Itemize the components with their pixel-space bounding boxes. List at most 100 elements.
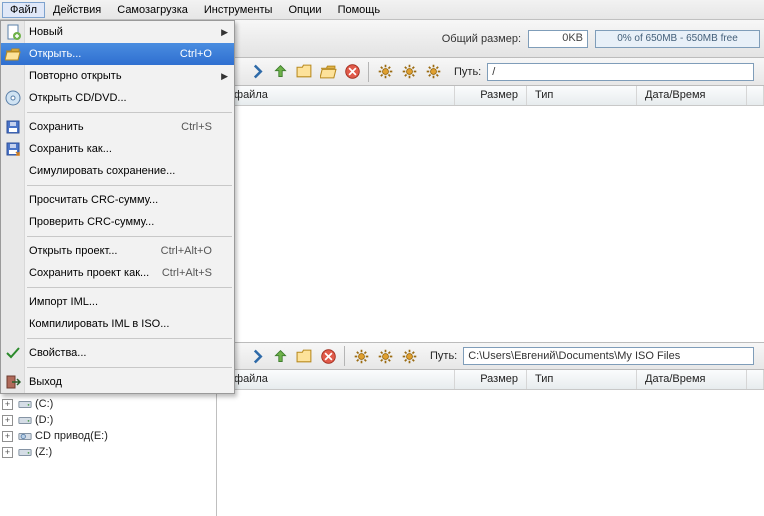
menu-item-20[interactable]: Выход: [1, 371, 234, 393]
nav-gear2-icon[interactable]: [398, 61, 420, 83]
menu-tools[interactable]: Инструменты: [196, 2, 281, 18]
menu-item-shortcut: Ctrl+Alt+S: [162, 267, 212, 279]
cd-icon: [5, 90, 21, 106]
menu-item-9[interactable]: Просчитать CRC-сумму...: [1, 189, 234, 211]
local-grid-header: я файла Размер Тип Дата/Время: [217, 370, 764, 390]
menu-item-7[interactable]: Симулировать сохранение...: [1, 160, 234, 182]
tree-label: (D:): [35, 414, 53, 426]
file-menu-dropdown[interactable]: Новый ▶ Открыть...Ctrl+OПовторно открыть▶ О…: [0, 20, 235, 394]
nav-fwd-icon[interactable]: [245, 61, 267, 83]
nav-folderopen-icon[interactable]: [317, 61, 339, 83]
tree-expander[interactable]: +: [2, 447, 13, 458]
check-icon: [5, 345, 21, 361]
menu-item-1[interactable]: Открыть...Ctrl+O: [1, 43, 234, 65]
drive-icon: [18, 397, 32, 411]
disk-icon: [5, 119, 21, 135]
menu-item-12[interactable]: Открыть проект...Ctrl+Alt+O: [1, 240, 234, 262]
tree-expander[interactable]: +: [2, 399, 13, 410]
nav-gear3-icon[interactable]: [422, 61, 444, 83]
col-name[interactable]: я файла: [217, 86, 455, 105]
exit-icon: [5, 374, 21, 390]
menu-autoload[interactable]: Самозагрузка: [109, 2, 196, 18]
local-path-value[interactable]: C:\Users\Евгений\Documents\My ISO Files: [463, 347, 754, 365]
col-date[interactable]: Дата/Время: [637, 86, 747, 105]
lcol-name[interactable]: я файла: [217, 370, 455, 389]
menu-item-label: Компилировать IML в ISO...: [29, 318, 212, 330]
menu-file[interactable]: Файл: [2, 2, 45, 18]
tree-item[interactable]: + (D:): [2, 412, 214, 428]
submenu-arrow-icon: ▶: [221, 27, 228, 38]
lcol-type[interactable]: Тип: [527, 370, 637, 389]
menu-item-label: Просчитать CRC-сумму...: [29, 194, 212, 206]
tree-item[interactable]: + (C:): [2, 396, 214, 412]
local-path-label: Путь:: [430, 350, 457, 362]
menu-separator: [27, 338, 232, 339]
lnav-gear2-icon[interactable]: [374, 345, 396, 367]
menu-separator: [27, 287, 232, 288]
menu-item-label: Свойства...: [29, 347, 212, 359]
menu-item-10[interactable]: Проверить CRC-сумму...: [1, 211, 234, 233]
menu-item-shortcut: Ctrl+Alt+O: [161, 245, 212, 257]
iso-path-value[interactable]: /: [487, 63, 754, 81]
menu-item-label: Открыть CD/DVD...: [29, 92, 212, 104]
drive-icon: [18, 413, 32, 427]
lnav-folder-icon[interactable]: [293, 345, 315, 367]
menu-options[interactable]: Опции: [280, 2, 329, 18]
menubar: Файл Действия Самозагрузка Инструменты О…: [0, 0, 764, 20]
disk-as-icon: [5, 141, 21, 157]
col-type[interactable]: Тип: [527, 86, 637, 105]
lnav-up-icon[interactable]: [269, 345, 291, 367]
menu-item-15[interactable]: Импорт IML...: [1, 291, 234, 313]
menu-item-shortcut: Ctrl+S: [181, 121, 212, 133]
menu-item-label: Импорт IML...: [29, 296, 212, 308]
nav-folder-icon[interactable]: [293, 61, 315, 83]
menu-item-5[interactable]: СохранитьCtrl+S: [1, 116, 234, 138]
menu-item-3[interactable]: Открыть CD/DVD...: [1, 87, 234, 109]
menu-item-label: Проверить CRC-сумму...: [29, 216, 212, 228]
menu-separator: [27, 112, 232, 113]
menu-actions[interactable]: Действия: [45, 2, 109, 18]
menu-help[interactable]: Помощь: [330, 2, 389, 18]
iso-grid-header: я файла Размер Тип Дата/Время: [217, 86, 764, 106]
capacity-progress: 0% of 650MB - 650MB free: [595, 30, 760, 48]
menu-item-6[interactable]: Сохранить как...: [1, 138, 234, 160]
lnav-gear1-icon[interactable]: [350, 345, 372, 367]
col-size[interactable]: Размер: [455, 86, 527, 105]
menu-separator: [27, 185, 232, 186]
nav-gear1-icon[interactable]: [374, 61, 396, 83]
lnav-gear3-icon[interactable]: [398, 345, 420, 367]
menu-item-13[interactable]: Сохранить проект как...Ctrl+Alt+S: [1, 262, 234, 284]
tree-label: CD привод(E:): [35, 430, 108, 442]
size-label: Общий размер:: [442, 33, 521, 45]
tree-label: (C:): [35, 398, 53, 410]
menu-item-label: Открыть проект...: [29, 245, 161, 257]
iso-grid-body[interactable]: [217, 106, 764, 342]
lcol-size[interactable]: Размер: [455, 370, 527, 389]
menu-item-16[interactable]: Компилировать IML в ISO...: [1, 313, 234, 335]
menu-item-label: Открыть...: [29, 48, 180, 60]
tree-item[interactable]: +(Z:): [2, 444, 214, 460]
local-toolbar: Путь: C:\Users\Евгений\Documents\My ISO …: [217, 342, 764, 370]
menu-item-label: Новый: [29, 26, 212, 38]
local-grid-body[interactable]: [217, 390, 764, 516]
cddrive-icon: [18, 429, 32, 443]
nav-delete-icon[interactable]: [341, 61, 363, 83]
tree-item[interactable]: + CD привод(E:): [2, 428, 214, 444]
tree-expander[interactable]: +: [2, 415, 13, 426]
lnav-delete-icon[interactable]: [317, 345, 339, 367]
iso-toolbar: Путь: /: [217, 58, 764, 86]
menu-item-label: Повторно открыть: [29, 70, 212, 82]
menu-item-2[interactable]: Повторно открыть▶: [1, 65, 234, 87]
menu-item-0[interactable]: Новый ▶: [1, 21, 234, 43]
tree-expander[interactable]: +: [2, 431, 13, 442]
lnav-fwd-icon[interactable]: [245, 345, 267, 367]
menu-item-label: Выход: [29, 376, 212, 388]
menu-item-label: Сохранить как...: [29, 143, 212, 155]
iso-path-label: Путь:: [454, 66, 481, 78]
menu-item-label: Сохранить: [29, 121, 181, 133]
nav-up-icon[interactable]: [269, 61, 291, 83]
menu-separator: [27, 367, 232, 368]
drive-icon: [18, 445, 32, 459]
lcol-date[interactable]: Дата/Время: [637, 370, 747, 389]
menu-item-18[interactable]: Свойства...: [1, 342, 234, 364]
